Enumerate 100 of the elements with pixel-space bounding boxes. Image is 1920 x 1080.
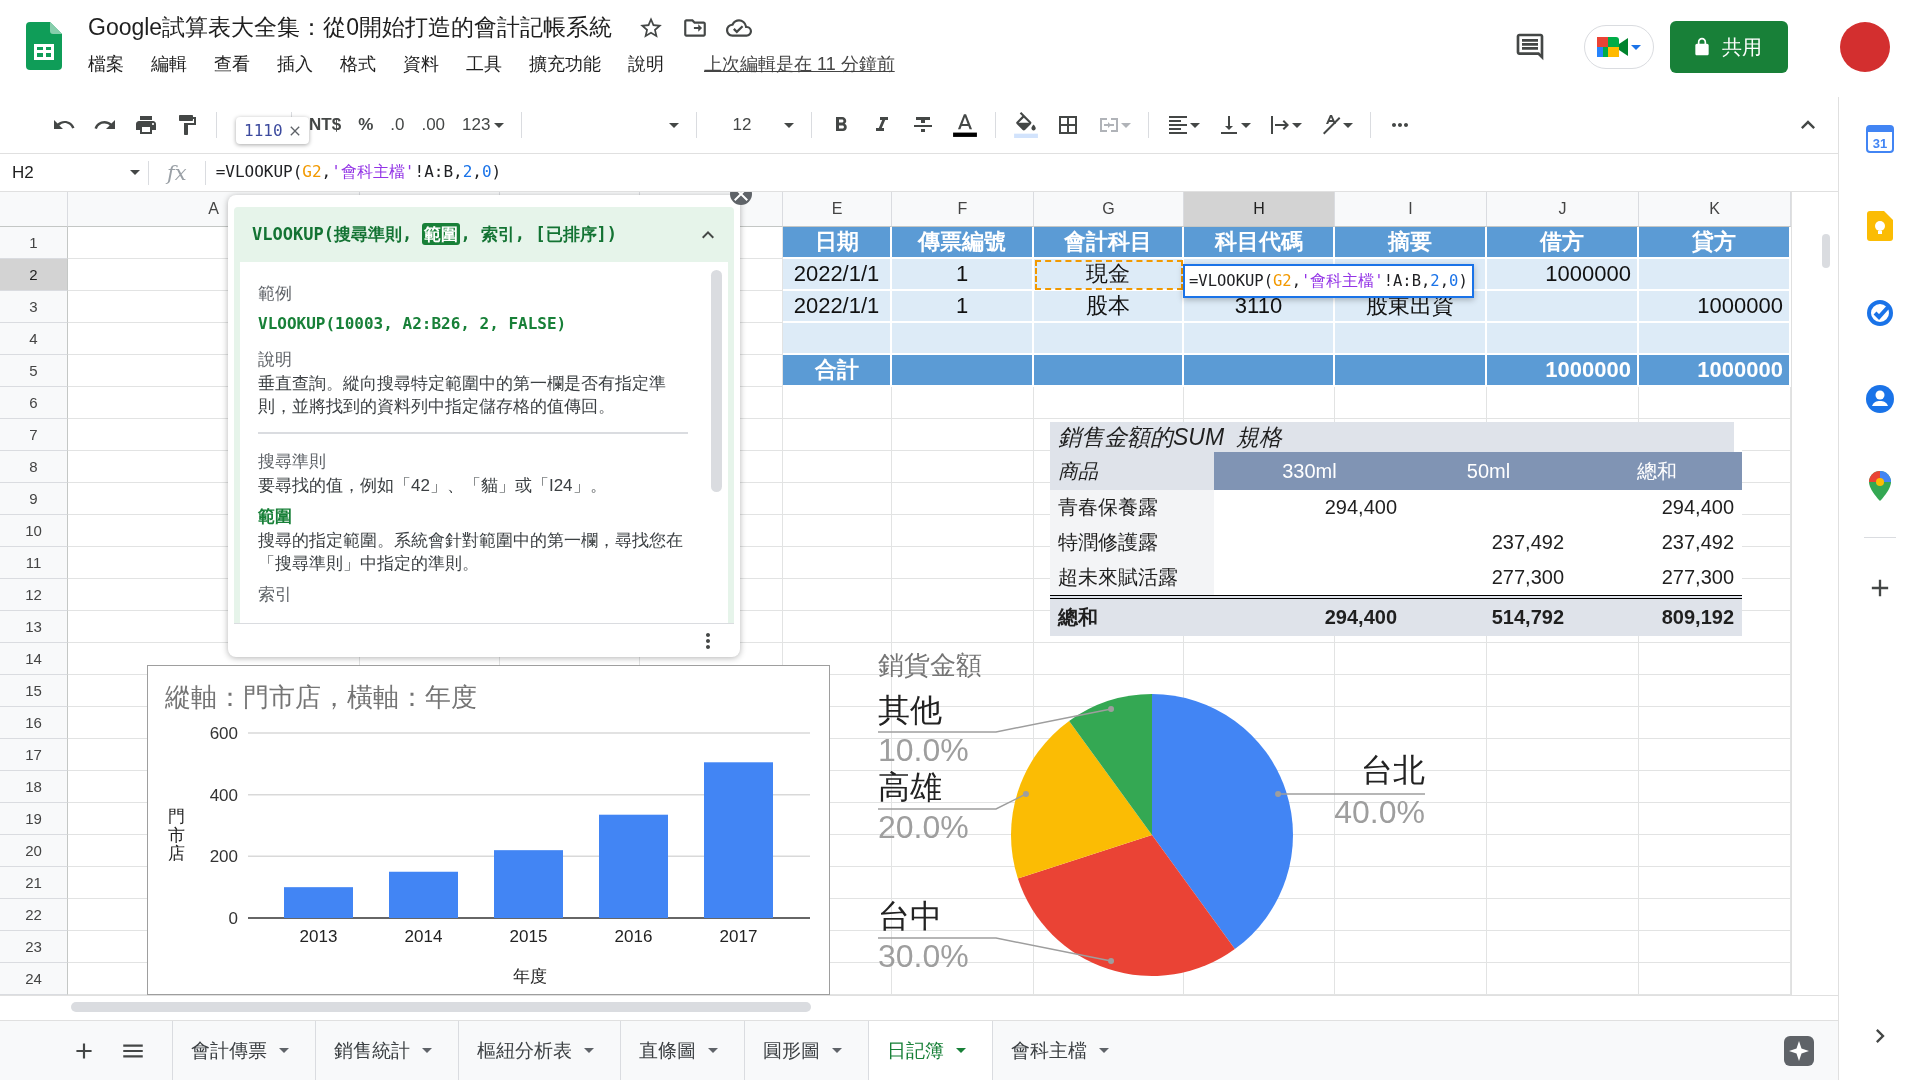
row-header[interactable]: 12: [0, 579, 68, 611]
row-header[interactable]: 19: [0, 803, 68, 835]
text-wrap-button[interactable]: [1268, 113, 1303, 137]
align-button[interactable]: [1166, 113, 1201, 137]
menu-item[interactable]: 檔案: [88, 52, 124, 76]
format-button[interactable]: 123: [462, 115, 505, 135]
row-header[interactable]: 24: [0, 963, 68, 995]
column-heading: 科目代碼: [1184, 227, 1335, 259]
menu-item[interactable]: 說明: [628, 52, 664, 76]
task-check-icon[interactable]: [1865, 299, 1894, 327]
caret-icon: [669, 122, 680, 128]
calendar-icon[interactable]: 31: [1865, 125, 1894, 153]
font-size-dropdown[interactable]: 12: [714, 115, 795, 135]
document-title[interactable]: Google試算表大全集：從0開始打造的會計記帳系統: [88, 12, 612, 43]
y-tick-label: 600: [209, 724, 238, 743]
format-button[interactable]: NT$: [309, 115, 342, 135]
row-header[interactable]: 14: [0, 643, 68, 675]
pivot-cell-text: 277,300: [1490, 565, 1565, 590]
format-button[interactable]: .0: [390, 115, 405, 135]
x-tick-label: 2015: [509, 927, 548, 946]
table-cell: 合計: [783, 355, 892, 387]
fill-color-icon[interactable]: [1013, 112, 1040, 138]
row-header[interactable]: 3: [0, 291, 68, 323]
sheet-tab[interactable]: 銷售統計: [315, 1021, 458, 1080]
formula-text[interactable]: =VLOOKUP(G2,'會科主檔'!A:B,2,0): [205, 162, 502, 183]
contacts-icon[interactable]: [1865, 385, 1894, 413]
row-header[interactable]: 22: [0, 899, 68, 931]
row-header[interactable]: 20: [0, 835, 68, 867]
pivot-column-header: 50ml: [1405, 452, 1572, 490]
pivot-row-label: 超未來賦活露: [1050, 560, 1214, 595]
slice-value-label: 40.0%: [1334, 794, 1425, 831]
sheet-tab[interactable]: 樞紐分析表: [458, 1021, 620, 1080]
row-header[interactable]: 8: [0, 451, 68, 483]
bar-chart[interactable]: 縱軸：門市店，橫軸：年度 0 200 400 600 2013 2014 2015 2016 2017 年度 門市店: [147, 665, 830, 995]
menu-item[interactable]: 格式: [340, 52, 376, 76]
caret-icon: [784, 122, 795, 128]
row-header[interactable]: 16: [0, 707, 68, 739]
argument-heading: 範圍: [258, 506, 293, 528]
row-header[interactable]: 1: [0, 227, 68, 259]
pivot-cell-text: 277,300: [1660, 565, 1735, 590]
table-cell: 股本: [1034, 291, 1184, 323]
row-header[interactable]: 18: [0, 771, 68, 803]
row-header[interactable]: 5: [0, 355, 68, 387]
bar: [389, 871, 458, 918]
scrollbar[interactable]: [1822, 234, 1830, 268]
format-button[interactable]: .00: [421, 115, 446, 135]
row-header[interactable]: 7: [0, 419, 68, 451]
menu-item[interactable]: 資料: [403, 52, 439, 76]
row-header[interactable]: 13: [0, 611, 68, 643]
sheet-tab[interactable]: 日記簿: [868, 1021, 992, 1080]
pivot-column-header: 總和: [1572, 452, 1742, 490]
slice-label: 台中: [878, 898, 942, 934]
menu-item[interactable]: 擴充功能: [529, 52, 601, 76]
preview-value: 1110: [244, 121, 283, 140]
explore-button[interactable]: [1784, 1035, 1814, 1066]
menu-item[interactable]: 工具: [466, 52, 502, 76]
column-heading: 傳票編號: [892, 227, 1034, 259]
pivot-column-header: 330ml: [1214, 452, 1405, 490]
row-header[interactable]: 15: [0, 675, 68, 707]
argument-heading: 索引: [258, 584, 293, 606]
column-header[interactable]: H: [1184, 192, 1335, 227]
row-header[interactable]: 4: [0, 323, 68, 355]
name-box[interactable]: H2: [0, 162, 148, 183]
column-header[interactable]: K: [1639, 192, 1791, 227]
menu-item[interactable]: 查看: [214, 52, 250, 76]
column-header[interactable]: E: [783, 192, 892, 227]
text-color-icon[interactable]: [952, 112, 979, 138]
meet-button[interactable]: [1584, 25, 1654, 69]
row-header[interactable]: 9: [0, 483, 68, 515]
pivot-row-label: 特潤修護露: [1050, 525, 1214, 560]
row-header[interactable]: 11: [0, 547, 68, 579]
column-header[interactable]: J: [1487, 192, 1639, 227]
row-header[interactable]: 21: [0, 867, 68, 899]
pie-chart[interactable]: 銷貨金額 台北 40.0% 台中 30.0% 高雄 20.0% 其他 10.0%: [870, 645, 1440, 990]
menu-item[interactable]: 插入: [277, 52, 313, 76]
column-header[interactable]: G: [1034, 192, 1184, 227]
sheets-logo-icon[interactable]: [26, 22, 62, 70]
sheet-tab[interactable]: 直條圖: [620, 1021, 744, 1080]
caret-icon: [1099, 1048, 1109, 1053]
avatar[interactable]: [1840, 22, 1890, 72]
format-button[interactable]: %: [358, 115, 374, 135]
row-header[interactable]: 6: [0, 387, 68, 419]
scrollbar[interactable]: [711, 270, 722, 492]
slice-value-label: 20.0%: [878, 809, 969, 845]
row-header[interactable]: 10: [0, 515, 68, 547]
sheet-tab[interactable]: 會科主檔: [992, 1021, 1135, 1080]
caret-icon: [1241, 122, 1252, 128]
cell-editor[interactable]: =VLOOKUP(G2,'會科主檔'!A:B,2,0): [1183, 264, 1474, 298]
row-header[interactable]: 2: [0, 259, 68, 291]
column-header[interactable]: F: [892, 192, 1034, 227]
last-edit-link[interactable]: 上次編輯是在 11 分鐘前: [704, 52, 895, 76]
print-icon[interactable]: [134, 113, 158, 137]
map-pin-icon[interactable]: [1868, 471, 1891, 501]
sheet-tab[interactable]: 會計傳票: [172, 1021, 315, 1080]
scrollbar[interactable]: [71, 1002, 811, 1012]
row-header[interactable]: 23: [0, 931, 68, 963]
row-header[interactable]: 17: [0, 739, 68, 771]
share-button[interactable]: 共用: [1670, 21, 1788, 73]
menu-item[interactable]: 編輯: [151, 52, 187, 76]
column-header[interactable]: I: [1335, 192, 1487, 227]
